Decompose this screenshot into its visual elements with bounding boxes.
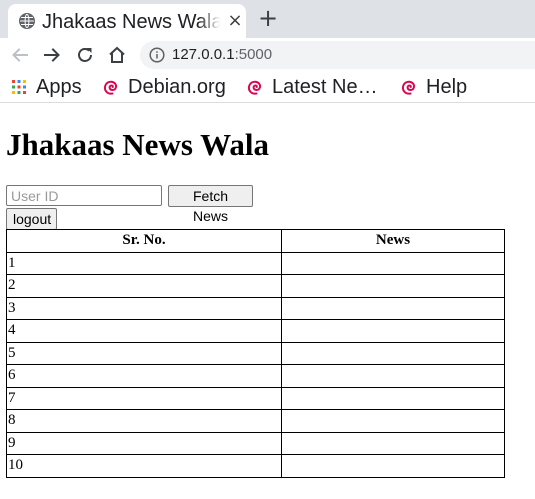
url-text: 127.0.0.1:5000 (172, 41, 272, 69)
globe-icon (19, 13, 35, 29)
bookmarks-bar: Apps Debian.org Latest Ne… Help (0, 72, 535, 103)
column-header-sr-no: Sr. No. (6, 229, 282, 253)
close-tab-icon[interactable]: × (226, 12, 244, 30)
home-icon[interactable] (104, 42, 130, 68)
tab-title: Jhakaas News Wala (42, 11, 220, 33)
sr-no-cell: 9 (6, 431, 282, 455)
sr-no-cell: 4 (6, 319, 282, 343)
new-tab-button[interactable]: + (256, 6, 280, 30)
news-cell (281, 364, 505, 388)
table-header-row: Sr. No. News (6, 229, 505, 253)
column-header-news: News (281, 229, 505, 253)
bookmark-debian[interactable]: Debian.org (102, 72, 226, 102)
sr-no-cell: 3 (6, 296, 282, 320)
bookmark-help[interactable]: Help (400, 72, 467, 102)
forward-arrow-icon[interactable] (39, 42, 65, 68)
browser-tab[interactable]: Jhakaas News Wala × (8, 4, 246, 38)
table-row: 6 (6, 364, 505, 388)
news-cell (281, 296, 505, 320)
news-cell (281, 274, 505, 298)
table-row: 8 (6, 409, 505, 433)
address-bar[interactable]: 127.0.0.1:5000 (140, 41, 535, 69)
browser-toolbar: 127.0.0.1:5000 (0, 38, 535, 72)
fetch-news-button[interactable]: Fetch News (168, 185, 253, 224)
sr-no-cell: 8 (6, 409, 282, 433)
page-title: Jhakaas News Wala (6, 127, 269, 162)
news-cell (281, 409, 505, 433)
table-row: 9 (6, 431, 505, 455)
debian-swirl-icon (247, 80, 262, 95)
url-host: 127.0.0.1 (172, 46, 235, 63)
sr-no-cell: 5 (6, 341, 282, 365)
url-port: :5000 (234, 46, 273, 63)
apps-grid-icon (12, 80, 26, 94)
bookmark-latest-news[interactable]: Latest Ne… (246, 72, 378, 102)
page-content: Jhakaas News Wala Fetch News logout Sr. … (0, 103, 535, 499)
sr-no-cell: 1 (6, 251, 282, 275)
sr-no-cell: 6 (6, 364, 282, 388)
table-row: 5 (6, 341, 505, 365)
reload-icon[interactable] (72, 42, 98, 68)
back-arrow-icon[interactable] (7, 42, 33, 68)
sr-no-cell: 2 (6, 274, 282, 298)
news-table: Sr. No. News 1 2 3 4 5 6 7 8 9 10 (6, 229, 505, 478)
bookmark-apps[interactable]: Apps (12, 72, 82, 102)
news-cell (281, 454, 505, 478)
debian-swirl-icon (103, 80, 118, 95)
sr-no-cell: 7 (6, 386, 282, 410)
bookmark-label: Latest Ne… (272, 75, 378, 98)
bookmark-label: Apps (36, 75, 82, 98)
table-row: 3 (6, 296, 505, 320)
table-row: 7 (6, 386, 505, 410)
info-icon[interactable] (149, 47, 165, 63)
sr-no-cell: 10 (6, 454, 282, 478)
table-row: 10 (6, 454, 505, 478)
table-row: 1 (6, 251, 505, 275)
table-row: 4 (6, 319, 505, 343)
news-cell (281, 251, 505, 275)
bookmark-label: Debian.org (128, 75, 226, 98)
debian-swirl-icon (401, 80, 416, 95)
news-cell (281, 431, 505, 455)
bookmark-label: Help (426, 75, 468, 98)
table-row: 2 (6, 274, 505, 298)
user-id-input[interactable] (6, 185, 162, 206)
tab-title-fade (198, 8, 226, 36)
tab-strip: Jhakaas News Wala × + (0, 0, 535, 38)
news-cell (281, 319, 505, 343)
news-cell (281, 386, 505, 410)
news-cell (281, 341, 505, 365)
logout-button[interactable]: logout (6, 208, 57, 230)
